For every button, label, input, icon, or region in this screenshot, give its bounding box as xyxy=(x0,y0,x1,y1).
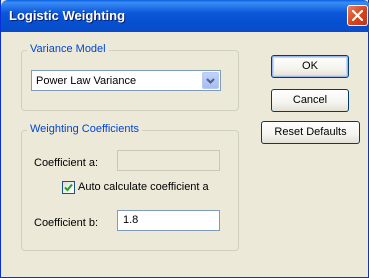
close-icon xyxy=(352,10,363,21)
coefficient-b-field[interactable]: 1.8 xyxy=(117,210,220,231)
auto-calculate-label[interactable]: Auto calculate coefficient a xyxy=(78,181,209,193)
weighting-coefficients-label: Weighting Coefficients xyxy=(27,123,143,135)
coefficient-b-value: 1.8 xyxy=(123,214,139,226)
close-button[interactable] xyxy=(347,5,368,26)
cancel-button[interactable]: Cancel xyxy=(271,89,349,112)
coefficient-a-label: Coefficient a: xyxy=(34,157,99,169)
dropdown-button[interactable] xyxy=(202,72,219,89)
reset-defaults-button[interactable]: Reset Defaults xyxy=(261,121,360,144)
variance-model-label: Variance Model xyxy=(27,43,109,55)
variance-model-select[interactable]: Power Law Variance xyxy=(31,70,221,91)
window-title: Logistic Weighting xyxy=(9,8,126,23)
coefficient-a-field xyxy=(117,150,220,171)
chevron-down-icon xyxy=(206,78,215,84)
logistic-weighting-dialog: Logistic Weighting Variance Model Power … xyxy=(0,0,369,278)
coefficient-b-label: Coefficient b: xyxy=(34,217,99,229)
title-bar[interactable]: Logistic Weighting xyxy=(1,0,369,32)
ok-button[interactable]: OK xyxy=(271,55,349,78)
auto-calculate-checkbox[interactable] xyxy=(62,181,75,194)
variance-model-value: Power Law Variance xyxy=(36,75,137,87)
checkmark-icon xyxy=(64,183,73,192)
